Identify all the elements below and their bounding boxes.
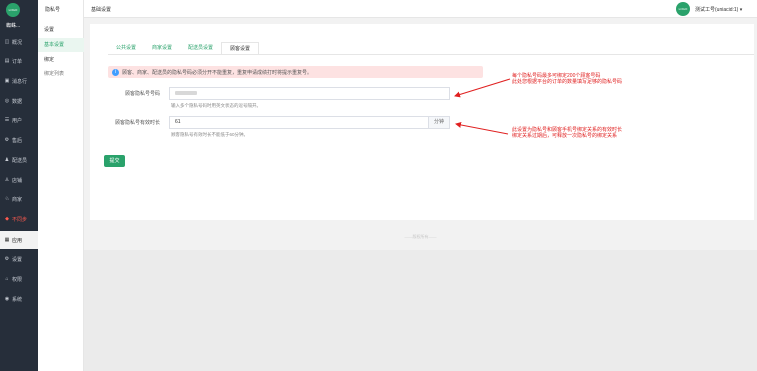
sidebar-item-label: 设置 <box>12 256 23 263</box>
breadcrumb: 基础设置 <box>91 7 112 13</box>
sidebar-item-label: 应用 <box>12 237 23 244</box>
sidebar-item-aftersale[interactable]: ⚙ 售后 <box>0 131 38 149</box>
sidebar-item-unsynced[interactable]: ◆ 不同步 <box>0 210 38 228</box>
warning-alert: i 顾客、商家、配送员的隐私号码必须分开不能重复，重复申请成绩打时将提示重复号。 <box>108 66 483 78</box>
footer-copyright: ——版权所有—— <box>404 234 437 239</box>
blurred-value <box>175 91 197 95</box>
duration-label: 顾客隐私号有效时长 <box>114 120 160 126</box>
sidebar-item-merchants[interactable]: ♘ 商家 <box>0 190 38 208</box>
subnav-item-basic-settings[interactable]: 基本设置 <box>38 38 84 52</box>
aftersale-icon: ⚙ <box>4 137 10 143</box>
sidebar-item-data[interactable]: ◎ 数据 <box>0 92 38 110</box>
secondary-sidebar: 隐私号 设置 基本设置 绑定 绑定列表 <box>38 0 84 371</box>
sidebar-item-permissions[interactable]: ⌂ 权限 <box>0 270 38 288</box>
permission-icon: ⌂ <box>5 276 9 282</box>
pool-hint: 输入多个隐私号码时用英文状态的逗号隔开。 <box>171 103 261 108</box>
privacy-number-pool-input[interactable] <box>169 87 450 100</box>
order-icon: ▤ <box>4 58 10 64</box>
sidebar-item-settings[interactable]: ⚙ 设置 <box>0 250 38 268</box>
duration-input[interactable]: 61 <box>169 116 429 129</box>
annotation-duration: 此设置为隐私号和顾客手机号绑定关系的有效时长 绑定关系过期后，可释放一次隐私号的… <box>512 127 622 139</box>
brand-name: 蜘蛛... <box>6 23 21 29</box>
sidebar-item-system[interactable]: ◉ 系统 <box>0 290 38 308</box>
rider-icon: ♟ <box>4 157 10 163</box>
sidebar-item-label: 售后 <box>12 137 23 144</box>
goods-icon: ♙ <box>4 177 10 183</box>
user-menu[interactable]: 测试工号(uniacid:1) ▾ <box>695 6 742 13</box>
top-bar: 基础设置 LOGO 测试工号(uniacid:1) ▾ <box>84 0 757 18</box>
submit-button[interactable]: 提交 <box>104 155 125 167</box>
hall-icon: ▣ <box>4 78 10 84</box>
merchant-icon: ♘ <box>4 196 10 202</box>
brand-logo: LOGO <box>6 3 20 17</box>
sidebar-item-label: 数据 <box>12 98 23 105</box>
sidebar-item-users[interactable]: ☰ 用户 <box>0 111 38 129</box>
sidebar-item-shop[interactable]: ♙ 店铺 <box>0 171 38 189</box>
avatar[interactable]: LOGO <box>676 2 690 16</box>
subnav-title: 隐私号 <box>45 7 61 13</box>
overview-icon: ◫ <box>4 39 10 45</box>
sidebar-item-label: 概况 <box>12 39 23 46</box>
subnav-group-binding: 绑定 <box>44 57 55 63</box>
footer: ——版权所有—— <box>84 226 757 250</box>
page-bottom-area <box>84 250 757 371</box>
sidebar-item-label: 商家 <box>12 196 23 203</box>
sidebar-item-label: 不同步 <box>12 216 28 223</box>
subnav-item-binding-list[interactable]: 绑定列表 <box>38 67 84 81</box>
sidebar-item-overview[interactable]: ◫ 概况 <box>0 33 38 51</box>
tabs-divider <box>108 54 754 55</box>
settings-card: 公共设置 商家设置 配送员设置 顾客设置 i 顾客、商家、配送员的隐私号码必须分… <box>90 24 754 220</box>
data-icon: ◎ <box>4 98 10 104</box>
main-sidebar: LOGO 蜘蛛... ◫ 概况 ▤ 订单 ▣ 消息行 ◎ 数据 ☰ 用户 ⚙ 售后 ♟ 配送员… <box>0 0 38 371</box>
info-icon: i <box>112 68 119 76</box>
sidebar-item-riders[interactable]: ♟ 配送员 <box>0 151 38 169</box>
sidebar-item-label: 店铺 <box>12 177 23 184</box>
danger-icon: ◆ <box>5 216 9 222</box>
annotation-duration-line2: 绑定关系过期后，可释放一次隐私号的绑定关系 <box>512 133 618 139</box>
sidebar-item-hall[interactable]: ▣ 消息行 <box>0 72 38 90</box>
sidebar-item-label: 订单 <box>12 58 23 65</box>
system-icon: ◉ <box>4 296 10 302</box>
sidebar-item-orders[interactable]: ▤ 订单 <box>0 52 38 70</box>
app-icon: ▦ <box>4 237 10 243</box>
duration-hint: 顾客隐私号有效时长不能低于60分钟。 <box>171 132 249 137</box>
pool-label: 顾客隐私号号码 <box>124 91 160 97</box>
sidebar-item-label: 消息行 <box>12 78 28 85</box>
annotation-pool: 每个隐私号码最多可绑定200个顾客号码 此处您根据平台的订单的数量填写足够的隐私… <box>512 73 622 85</box>
sidebar-item-apps[interactable]: ▦ 应用 <box>0 231 38 249</box>
sidebar-item-label: 用户 <box>12 117 23 124</box>
sidebar-item-label: 权限 <box>12 276 23 283</box>
sidebar-item-label: 系统 <box>12 296 23 303</box>
duration-unit: 分钟 <box>429 116 450 129</box>
sidebar-item-label: 配送员 <box>12 157 28 164</box>
alert-text: 顾客、商家、配送员的隐私号码必须分开不能重复，重复申请成绩打时将提示重复号。 <box>122 69 313 76</box>
user-icon: ☰ <box>4 117 10 123</box>
annotation-pool-line2: 此处您根据平台的订单的数量填写足够的隐私号码 <box>512 79 623 85</box>
subnav-group-settings: 设置 <box>44 27 55 33</box>
settings-icon: ⚙ <box>4 256 10 262</box>
